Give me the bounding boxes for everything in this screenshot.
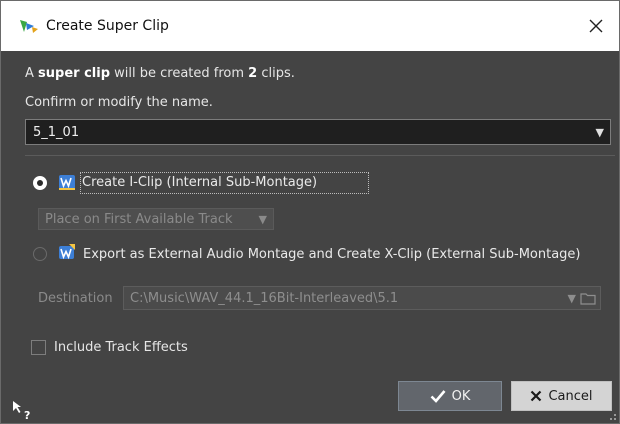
- dialog-title: Create Super Clip: [46, 18, 169, 34]
- summary-bold-term: super clip: [38, 66, 111, 81]
- ok-button[interactable]: OK: [398, 381, 502, 411]
- radio-dot: [37, 180, 43, 186]
- ok-button-label[interactable]: OK: [452, 389, 471, 404]
- clip-name-combobox[interactable]: 5_1_01 ▼: [25, 119, 611, 145]
- include-track-effects-label[interactable]: Include Track Effects: [54, 340, 188, 355]
- folder-icon[interactable]: [580, 291, 596, 305]
- destination-label: Destination: [38, 291, 113, 306]
- summary-clip-count: 2: [248, 66, 258, 81]
- dialog-content: A super clip will be created from 2 clip…: [1, 51, 619, 423]
- radio-internal-clip[interactable]: [33, 176, 47, 190]
- include-track-effects-checkbox[interactable]: [31, 340, 46, 355]
- close-icon: [589, 19, 603, 33]
- instruction-text: Confirm or modify the name.: [25, 95, 213, 110]
- title-bar: Create Super Clip: [1, 1, 619, 51]
- divider: [25, 155, 615, 156]
- summary-text: A super clip will be created from 2 clip…: [25, 66, 295, 81]
- external-clip-label[interactable]: Export as External Audio Montage and Cre…: [83, 247, 581, 262]
- resize-grip-icon[interactable]: [607, 411, 617, 421]
- close-button[interactable]: [581, 11, 611, 41]
- track-placement-dropdown[interactable]: Place on First Available Track ▼: [38, 208, 274, 230]
- context-help-icon[interactable]: ?: [11, 399, 35, 421]
- wavelab-montage-icon: [59, 175, 75, 190]
- cancel-button-label[interactable]: Cancel: [548, 389, 592, 404]
- summary-prefix: A: [25, 66, 39, 81]
- cancel-button[interactable]: Cancel: [511, 381, 612, 411]
- summary-mid: will be created from: [110, 66, 249, 81]
- internal-clip-label[interactable]: Create I-Clip (Internal Sub-Montage): [82, 175, 317, 190]
- wavelab-montage-export-icon: [59, 244, 75, 260]
- chevron-down-icon[interactable]: ▼: [259, 213, 267, 226]
- svg-text:?: ?: [24, 409, 30, 421]
- clip-name-value[interactable]: 5_1_01: [33, 125, 596, 140]
- destination-path-combobox[interactable]: C:\Music\WAV_44.1_16Bit-Interleaved\5.1 …: [123, 286, 601, 310]
- radio-external-clip[interactable]: [33, 247, 47, 261]
- wavelab-app-icon: [18, 16, 40, 36]
- chevron-down-icon[interactable]: ▼: [568, 292, 576, 305]
- create-super-clip-dialog: Create Super Clip A super clip will be c…: [0, 0, 620, 424]
- track-placement-value[interactable]: Place on First Available Track: [45, 212, 259, 227]
- destination-path-value[interactable]: C:\Music\WAV_44.1_16Bit-Interleaved\5.1: [130, 291, 568, 306]
- checkmark-icon: [430, 389, 446, 403]
- chevron-down-icon[interactable]: ▼: [596, 126, 604, 139]
- summary-suffix: clips.: [257, 66, 295, 81]
- close-icon: [530, 390, 542, 402]
